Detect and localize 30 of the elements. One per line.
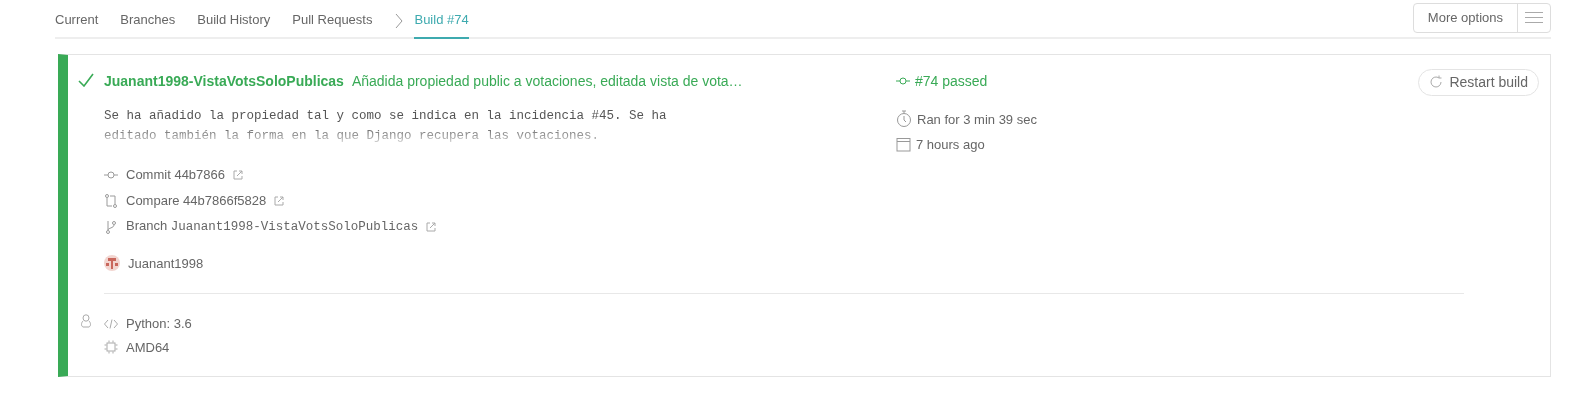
arch-text: AMD64 (126, 338, 170, 357)
compare-icon (105, 193, 117, 208)
build-link[interactable]: Branch Juanant1998-VistaVotsSoloPublicas (126, 216, 419, 237)
external-link-icon[interactable] (274, 195, 285, 206)
code-icon (104, 318, 118, 329)
calendar-icon (896, 137, 911, 153)
commit-description: Se ha añadido la propiedad tal y como se indica en la incidencia #45. Se ha editado también la forma en la que Django recupera las votaciones. (104, 107, 668, 145)
external-link-icon[interactable] (233, 169, 244, 180)
avatar-icon (104, 255, 120, 272)
build-link[interactable]: Compare 44b7866f5828 (126, 190, 267, 211)
nav-tab[interactable]: Pull Requests (292, 3, 373, 39)
language-text: Python: 3.6 (126, 315, 192, 333)
check-icon (78, 72, 94, 87)
stopwatch-icon (896, 110, 912, 129)
refresh-icon (1429, 75, 1444, 89)
commit-message: Añadida propiedad public a votaciones, editada vista de vota… (351, 71, 743, 91)
finished-text: 7 hours ago (916, 136, 985, 154)
commit-icon (896, 77, 910, 85)
chevron-right-icon (394, 11, 405, 30)
author-name[interactable]: Juanant1998 (128, 253, 204, 273)
build-state[interactable]: #74 passed (915, 70, 988, 92)
nav-tab[interactable]: Current (55, 3, 99, 39)
nav-tab[interactable]: Build History (197, 3, 271, 39)
external-link-icon[interactable] (426, 221, 437, 232)
build-link[interactable]: Commit 44b7866 (126, 164, 226, 185)
commit-icon (104, 170, 118, 179)
chip-icon (104, 340, 118, 355)
duration-text: Ran for 3 min 39 sec (917, 110, 1037, 129)
branch-icon (106, 219, 116, 234)
nav-tab[interactable]: Branches (120, 3, 176, 39)
